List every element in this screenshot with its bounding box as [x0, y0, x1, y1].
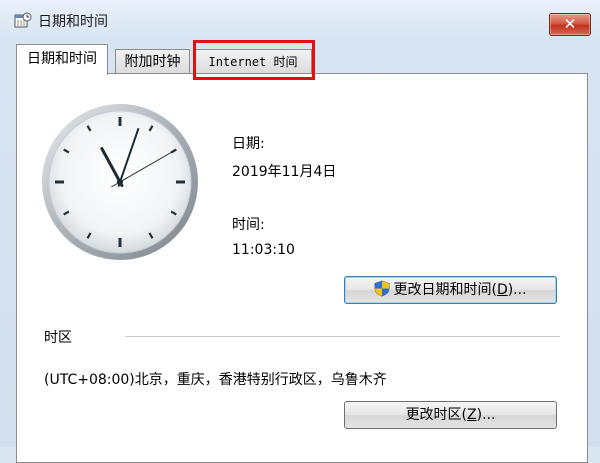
calendar-clock-icon [14, 12, 32, 28]
close-button[interactable]: ✕ [549, 13, 591, 36]
close-icon: ✕ [563, 15, 577, 33]
date-value: 2019年11月4日 [232, 164, 337, 180]
date-label: 日期: [232, 136, 265, 152]
timezone-label: 时区 [44, 330, 72, 346]
timezone-value: (UTC+08:00)北京，重庆，香港特别行政区，乌鲁木齐 [44, 372, 387, 388]
button-label-suffix: )... [507, 282, 527, 298]
title-bar[interactable]: 日期和时间 ✕ [0, 0, 600, 40]
change-timezone-button[interactable]: 更改时区(Z)... [344, 401, 557, 429]
button-label-prefix: 更改时区( [405, 407, 468, 423]
button-accesskey: D [496, 282, 508, 298]
button-accesskey: Z [467, 407, 477, 423]
time-label: 时间: [232, 217, 265, 233]
timezone-separator [125, 336, 560, 337]
uac-shield-icon [375, 280, 390, 297]
analog-clock [42, 104, 198, 260]
time-value: 11:03:10 [232, 242, 295, 258]
tab-label: 附加时钟 [124, 54, 181, 70]
clock-center [117, 179, 123, 185]
tab-date-time[interactable]: 日期和时间 [16, 44, 108, 75]
tab-additional-clocks[interactable]: 附加时钟 [115, 49, 190, 73]
tab-label: 日期和时间 [27, 51, 97, 67]
change-date-time-button[interactable]: 更改日期和时间(D)... [344, 276, 557, 304]
button-label-prefix: 更改日期和时间( [393, 282, 497, 298]
highlight-box [193, 40, 315, 80]
window-title: 日期和时间 [38, 14, 108, 30]
button-label-suffix: )... [476, 407, 496, 423]
date-time-dialog: 日期和时间 ✕ 日期和时间 附加时钟 Internet 时间 日期: 2019年… [0, 0, 600, 463]
